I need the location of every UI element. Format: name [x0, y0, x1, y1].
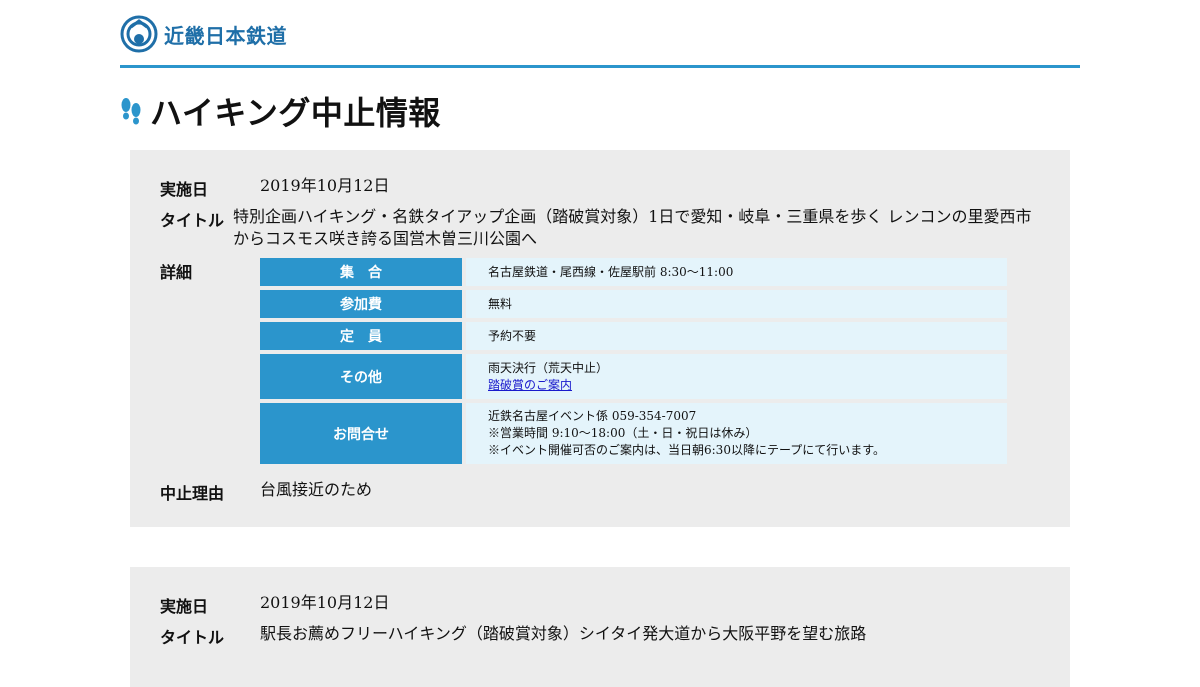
completion-award-link[interactable]: 踏破賞のご案内 — [488, 377, 1007, 394]
kintetsu-logo[interactable]: 近畿日本鉄道 — [120, 14, 287, 54]
event-date: 2019年10月12日 — [260, 176, 390, 195]
detail-row-meeting: 集 合 名古屋鉄道・尾西線・佐屋駅前 8:30～11:00 — [260, 258, 1007, 286]
other-value: 雨天決行（荒天中止） 踏破賞のご案内 — [466, 354, 1007, 399]
other-text: 雨天決行（荒天中止） — [488, 360, 609, 375]
contact-header: お問合せ — [260, 403, 462, 464]
contact-value: 近鉄名古屋イベント係 059-354-7007 ※営業時間 9:10～18:00… — [466, 403, 1007, 464]
detail-row-capacity: 定 員 予約不要 — [260, 322, 1007, 350]
page-heading: ハイキング中止情報 — [120, 88, 441, 134]
logo-text: 近畿日本鉄道 — [164, 23, 287, 48]
meeting-header: 集 合 — [260, 258, 462, 286]
meeting-value: 名古屋鉄道・尾西線・佐屋駅前 8:30～11:00 — [466, 258, 1007, 286]
event-title-line1: 駅長お薦めフリーハイキング（踏破賞対象）シイタイ発大道から大阪平野を望む旅路 — [260, 624, 867, 643]
site-header: 近畿日本鉄道 — [120, 14, 1080, 68]
detail-row-fee: 参加費 無料 — [260, 290, 1007, 318]
event-card: 実施日 2019年10月12日 タイトル 駅長お薦めフリーハイキング（踏破賞対象… — [130, 567, 1070, 687]
event-title: 特別企画ハイキング・名鉄タイアップ企画（踏破賞対象）1日で愛知・岐阜・三重県を歩… — [233, 206, 1053, 250]
event-date: 2019年10月12日 — [260, 593, 390, 612]
reason-label: 中止理由 — [160, 484, 225, 503]
page-title: ハイキング中止情報 — [150, 94, 441, 132]
date-label: 実施日 — [160, 597, 209, 616]
other-header: その他 — [260, 354, 462, 399]
cancel-reason: 台風接近のため — [260, 480, 373, 499]
contact-line1: 近鉄名古屋イベント係 059-354-7007 — [488, 409, 697, 423]
fee-value: 無料 — [466, 290, 1007, 318]
event-title-line2: からコスモス咲き誇る国営木曽三川公園へ — [233, 229, 538, 248]
detail-row-contact: お問合せ 近鉄名古屋イベント係 059-354-7007 ※営業時間 9:10～… — [260, 403, 1007, 464]
date-label: 実施日 — [160, 180, 209, 199]
contact-line2: ※営業時間 9:10～18:00（土・日・祝日は休み） — [488, 426, 758, 440]
contact-line3: ※イベント開催可否のご案内は、当日朝6:30以降にテープにて行います。 — [488, 443, 886, 457]
detail-row-other: その他 雨天決行（荒天中止） 踏破賞のご案内 — [260, 354, 1007, 399]
capacity-header: 定 員 — [260, 322, 462, 350]
fee-header: 参加費 — [260, 290, 462, 318]
detail-label: 詳細 — [160, 263, 193, 282]
title-label: タイトル — [160, 628, 225, 647]
event-title-line1: 特別企画ハイキング・名鉄タイアップ企画（踏破賞対象）1日で愛知・岐阜・三重県を歩… — [233, 207, 1032, 226]
kintetsu-logo-icon — [120, 15, 158, 53]
detail-table: 集 合 名古屋鉄道・尾西線・佐屋駅前 8:30～11:00 参加費 無料 定 員… — [260, 258, 1007, 468]
event-card: 実施日 2019年10月12日 タイトル 特別企画ハイキング・名鉄タイアップ企画… — [130, 150, 1070, 527]
capacity-value: 予約不要 — [466, 322, 1007, 350]
footprints-icon — [121, 98, 141, 125]
title-label: タイトル — [160, 211, 225, 230]
